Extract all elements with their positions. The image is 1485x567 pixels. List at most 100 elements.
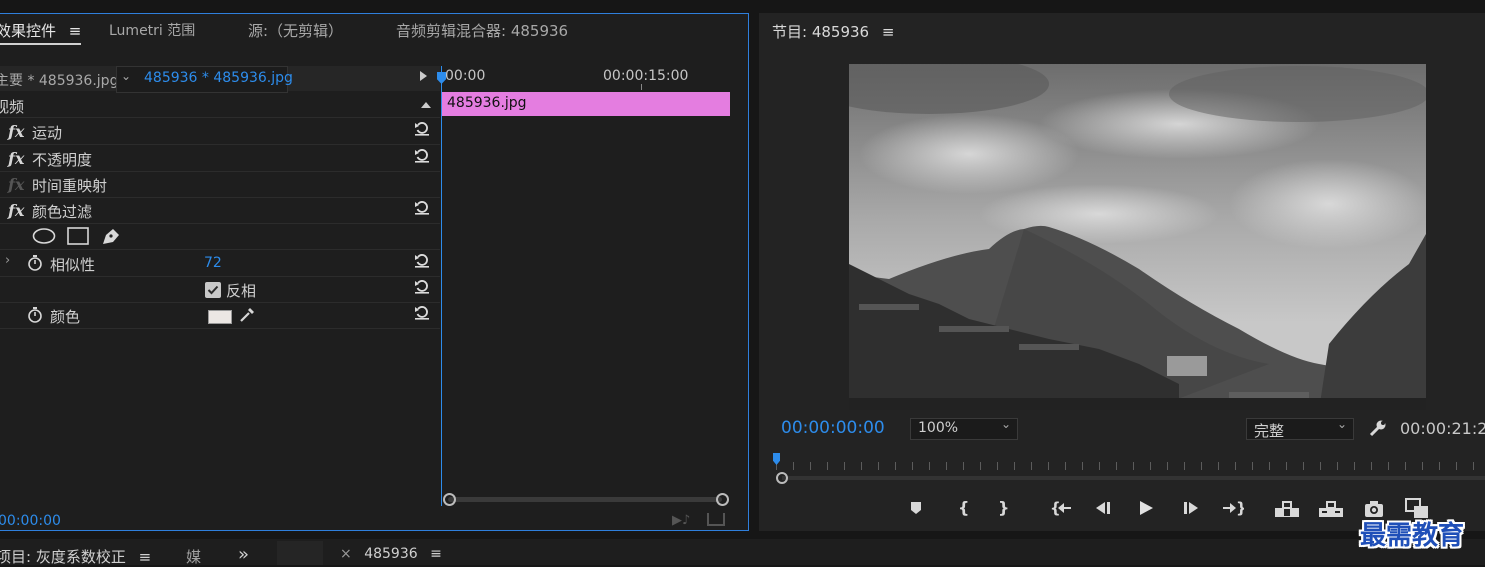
close-icon[interactable]: ×: [340, 546, 352, 562]
reset-icon[interactable]: [414, 304, 430, 320]
source-path[interactable]: 主要 * 485936.jpg: [0, 70, 118, 90]
play-icon[interactable]: [1138, 500, 1154, 516]
collapse-icon[interactable]: [421, 102, 431, 108]
mask-tools-row: [0, 223, 440, 250]
tab-audio-clip-mixer[interactable]: 音频剪辑混合器: 485936: [396, 20, 568, 41]
tab-lumetri-scopes[interactable]: Lumetri 范围: [109, 20, 195, 40]
reset-icon[interactable]: [414, 120, 430, 136]
zoom-value: 100%: [918, 420, 959, 436]
effect-row-color-filter[interactable]: fx 颜色过滤: [0, 197, 440, 224]
bottom-panel-strip: [0, 539, 1485, 565]
panel-menu-icon[interactable]: ≡: [139, 548, 152, 566]
add-marker-icon[interactable]: [910, 500, 922, 516]
more-tabs-icon[interactable]: »: [238, 544, 249, 565]
monitor-scroll-handle[interactable]: [776, 472, 788, 484]
watermark: 最需教育: [1360, 521, 1465, 551]
ruler-start: 00:00: [445, 68, 486, 84]
tab-sequence[interactable]: × 485936 ≡: [340, 546, 442, 562]
fx-icon[interactable]: fx: [8, 149, 24, 168]
panel-menu-icon[interactable]: ≡: [69, 22, 82, 40]
timeline-clip[interactable]: 485936.jpg: [442, 92, 730, 116]
eyedropper-icon[interactable]: [238, 306, 256, 324]
mark-out-icon[interactable]: }: [998, 498, 1009, 517]
quality-dropdown[interactable]: 完整 ⌄: [1246, 417, 1354, 440]
cloud: [1229, 159, 1426, 249]
play-audio-icon[interactable]: ▶♪: [672, 513, 690, 528]
fx-icon[interactable]: fx: [8, 201, 24, 220]
effect-label: 不透明度: [32, 151, 93, 169]
lift-icon[interactable]: [1274, 500, 1300, 518]
invert-row: 反相: [0, 276, 440, 303]
color-row: 颜色: [0, 302, 440, 329]
color-label: 颜色: [50, 308, 81, 326]
tab-effect-controls-label: 效果控件: [0, 22, 57, 40]
play-triangle-icon[interactable]: [420, 71, 427, 81]
stopwatch-icon[interactable]: [27, 254, 43, 272]
reset-icon[interactable]: [414, 147, 430, 163]
program-title-text: 节目: 485936: [772, 23, 870, 41]
step-forward-icon[interactable]: [1182, 500, 1200, 516]
quality-value: 完整: [1254, 422, 1285, 440]
chevron-down-icon: ⌄: [1336, 417, 1347, 431]
scroll-handle-right[interactable]: [716, 493, 729, 506]
export-icon[interactable]: [707, 513, 725, 526]
invert-label: 反相: [226, 282, 257, 300]
tab-media-browser[interactable]: 媒: [186, 546, 201, 567]
village-roof: [1019, 344, 1079, 350]
effect-label: 时间重映射: [32, 177, 108, 195]
chevron-down-icon[interactable]: ⌄: [121, 69, 131, 83]
fx-icon: fx: [8, 175, 25, 194]
similarity-label: 相似性: [50, 256, 96, 274]
monitor-ruler[interactable]: [776, 462, 1485, 470]
village-roof: [859, 304, 919, 310]
panel-menu-icon[interactable]: ≡: [882, 23, 895, 41]
panel-menu-icon[interactable]: ≡: [430, 546, 442, 562]
clip-path[interactable]: 485936 * 485936.jpg: [144, 70, 293, 86]
timeline-clip-label: 485936.jpg: [447, 95, 527, 111]
active-tab-underline: [0, 43, 81, 45]
section-label: 视频: [0, 98, 25, 116]
tab-source[interactable]: 源:（无剪辑）: [248, 20, 343, 41]
reset-icon[interactable]: [414, 252, 430, 268]
color-swatch[interactable]: [208, 310, 232, 324]
reset-icon[interactable]: [414, 278, 430, 294]
reset-icon[interactable]: [414, 199, 430, 215]
mini-timeline-scrollbar[interactable]: [448, 497, 722, 502]
scroll-handle-left[interactable]: [443, 493, 456, 506]
svg-text:}: }: [1236, 500, 1244, 516]
pen-mask-icon[interactable]: [100, 226, 122, 246]
monitor-scrollbar[interactable]: [782, 476, 1485, 480]
section-header-video[interactable]: 视频: [0, 93, 440, 118]
tab-effect-controls[interactable]: 效果控件 ≡: [0, 20, 81, 41]
ruler-tick: [641, 84, 642, 90]
effect-label: 运动: [32, 124, 63, 142]
invert-checkbox[interactable]: [205, 282, 221, 298]
rectangle-mask-icon[interactable]: [66, 226, 90, 246]
current-time[interactable]: 00:00:00: [0, 513, 61, 529]
expand-chevron-icon[interactable]: ›: [5, 253, 10, 268]
extract-icon[interactable]: [1318, 500, 1344, 518]
village-roof: [939, 326, 1009, 332]
fx-icon[interactable]: fx: [8, 122, 24, 141]
mark-in-icon[interactable]: {: [958, 498, 969, 517]
zoom-dropdown[interactable]: 100% ⌄: [910, 417, 1018, 440]
ruler-mid: 00:00:15:00: [603, 68, 689, 84]
program-monitor-title[interactable]: 节目: 485936 ≡: [772, 21, 894, 42]
effect-row-motion[interactable]: fx 运动: [0, 118, 440, 145]
ellipse-mask-icon[interactable]: [32, 227, 56, 245]
settings-wrench-icon[interactable]: [1368, 418, 1388, 438]
go-to-in-icon[interactable]: {: [1050, 500, 1072, 516]
tab-project-label: 项目: 灰度系数校正: [0, 548, 126, 566]
effect-label: 颜色过滤: [32, 203, 93, 221]
stopwatch-icon[interactable]: [27, 306, 43, 324]
similarity-value[interactable]: 72: [204, 255, 222, 271]
effect-row-time-remap[interactable]: fx 时间重映射: [0, 171, 440, 198]
go-to-out-icon[interactable]: }: [1222, 500, 1244, 516]
playhead-line[interactable]: [441, 66, 442, 506]
program-timecode[interactable]: 00:00:00:00: [781, 418, 885, 438]
effect-row-opacity[interactable]: fx 不透明度: [0, 145, 440, 172]
video-frame: [849, 64, 1426, 410]
step-back-icon[interactable]: [1094, 500, 1112, 516]
tab-project[interactable]: 项目: 灰度系数校正 ≡: [0, 546, 151, 567]
timeline-tab-strip: [277, 541, 323, 565]
